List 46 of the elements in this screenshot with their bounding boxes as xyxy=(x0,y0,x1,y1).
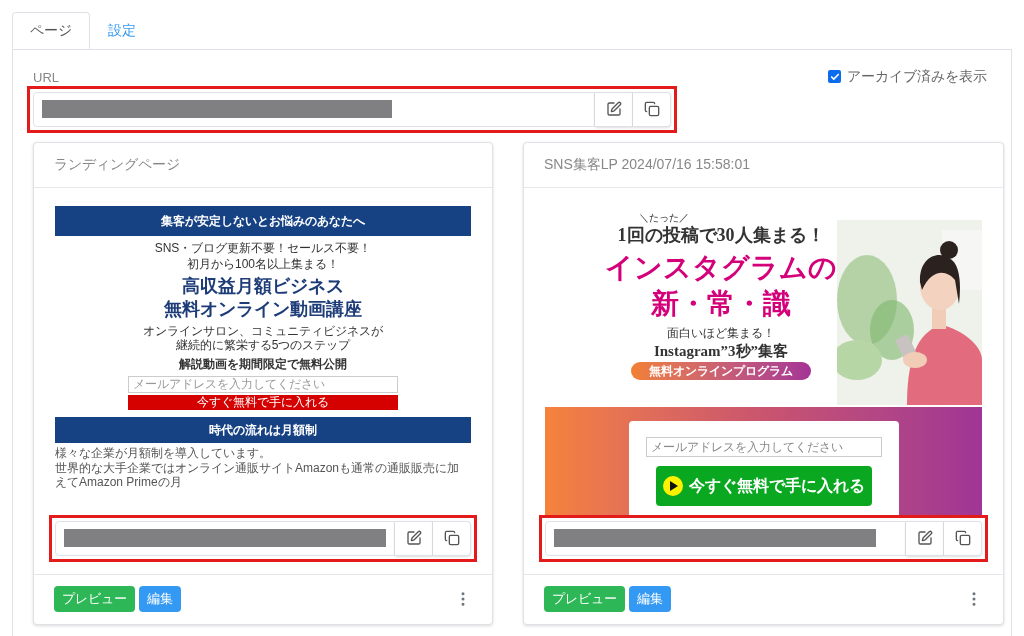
copy-button[interactable] xyxy=(433,520,471,556)
copy-button[interactable] xyxy=(633,91,671,127)
signup-button[interactable]: 今すぐ無料で手に入れる xyxy=(128,394,398,410)
headline: 高収益月額ビジネス 無料オンライン動画講座 xyxy=(164,274,362,321)
email-field[interactable]: メールアドレスを入力してください xyxy=(128,375,398,393)
url-field[interactable] xyxy=(55,520,395,556)
card-title: ランディングページ xyxy=(34,142,492,188)
edit-button[interactable] xyxy=(906,520,944,556)
paragraph: 世界的な大手企業ではオンライン通販サイトAmazonも通常の通販販売に加えてAmazon Primeの月 xyxy=(55,460,461,489)
checkmark-icon xyxy=(829,71,840,82)
field-label: URL xyxy=(33,69,59,87)
checkbox[interactable] xyxy=(828,70,841,83)
edit-button[interactable] xyxy=(395,520,433,556)
lead-text: SNS・ブログ更新不要！セールス不要！ 初月から100名以上集まる！ xyxy=(154,239,372,272)
card-title: SNS集客LP 2024/07/16 15:58:01 xyxy=(524,142,1003,188)
edit-button[interactable] xyxy=(595,91,633,127)
section-header: 集客が安定しないとお悩みのあなたへ xyxy=(55,205,471,236)
cta-text: 解説動画を期間限定で無料公開 xyxy=(179,355,347,373)
edit-button[interactable]: 編集 xyxy=(139,586,181,612)
email-field[interactable]: メールアドレスを入力してください xyxy=(645,436,882,457)
url-field[interactable] xyxy=(33,91,595,127)
play-icon xyxy=(662,475,683,496)
copy-icon xyxy=(643,101,660,117)
lead-text: 1回の投稿で30人集まる！ xyxy=(617,223,825,246)
copy-icon xyxy=(443,530,460,546)
copy-button[interactable] xyxy=(944,520,982,556)
program-badge: 無料オンラインプログラム xyxy=(631,361,811,380)
tab[interactable]: ページ xyxy=(12,12,90,49)
edit-icon xyxy=(605,101,622,117)
url-field[interactable] xyxy=(545,520,906,556)
section-header: 時代の流れは月額制 xyxy=(55,416,471,443)
signup-button[interactable]: 今すぐ無料で手に入れる xyxy=(655,465,872,506)
edit-button[interactable]: 編集 xyxy=(629,586,671,612)
edit-icon xyxy=(916,530,933,546)
edit-icon xyxy=(405,530,422,546)
sub-text: オンラインサロン、コミュニティビジネスが 継続的に繁栄する5つのステップ xyxy=(143,323,383,352)
preview-button[interactable]: プレビュー xyxy=(544,586,625,612)
kicker-text: ＼たった／ xyxy=(639,211,689,224)
sub-text: 面白いほど集まる！ xyxy=(667,324,775,342)
tab[interactable]: 設定 xyxy=(90,12,154,49)
copy-icon xyxy=(954,530,971,546)
checkbox-label[interactable]: アーカイブ済みを表示 xyxy=(847,66,987,87)
paragraph: 様々な企業が月額制を導入しています。 xyxy=(55,445,272,460)
tagline: Instagram”3秒”集客 xyxy=(653,341,789,360)
headline: インスタグラムの 新・常・識 xyxy=(605,250,837,321)
preview-button[interactable]: プレビュー xyxy=(54,586,135,612)
